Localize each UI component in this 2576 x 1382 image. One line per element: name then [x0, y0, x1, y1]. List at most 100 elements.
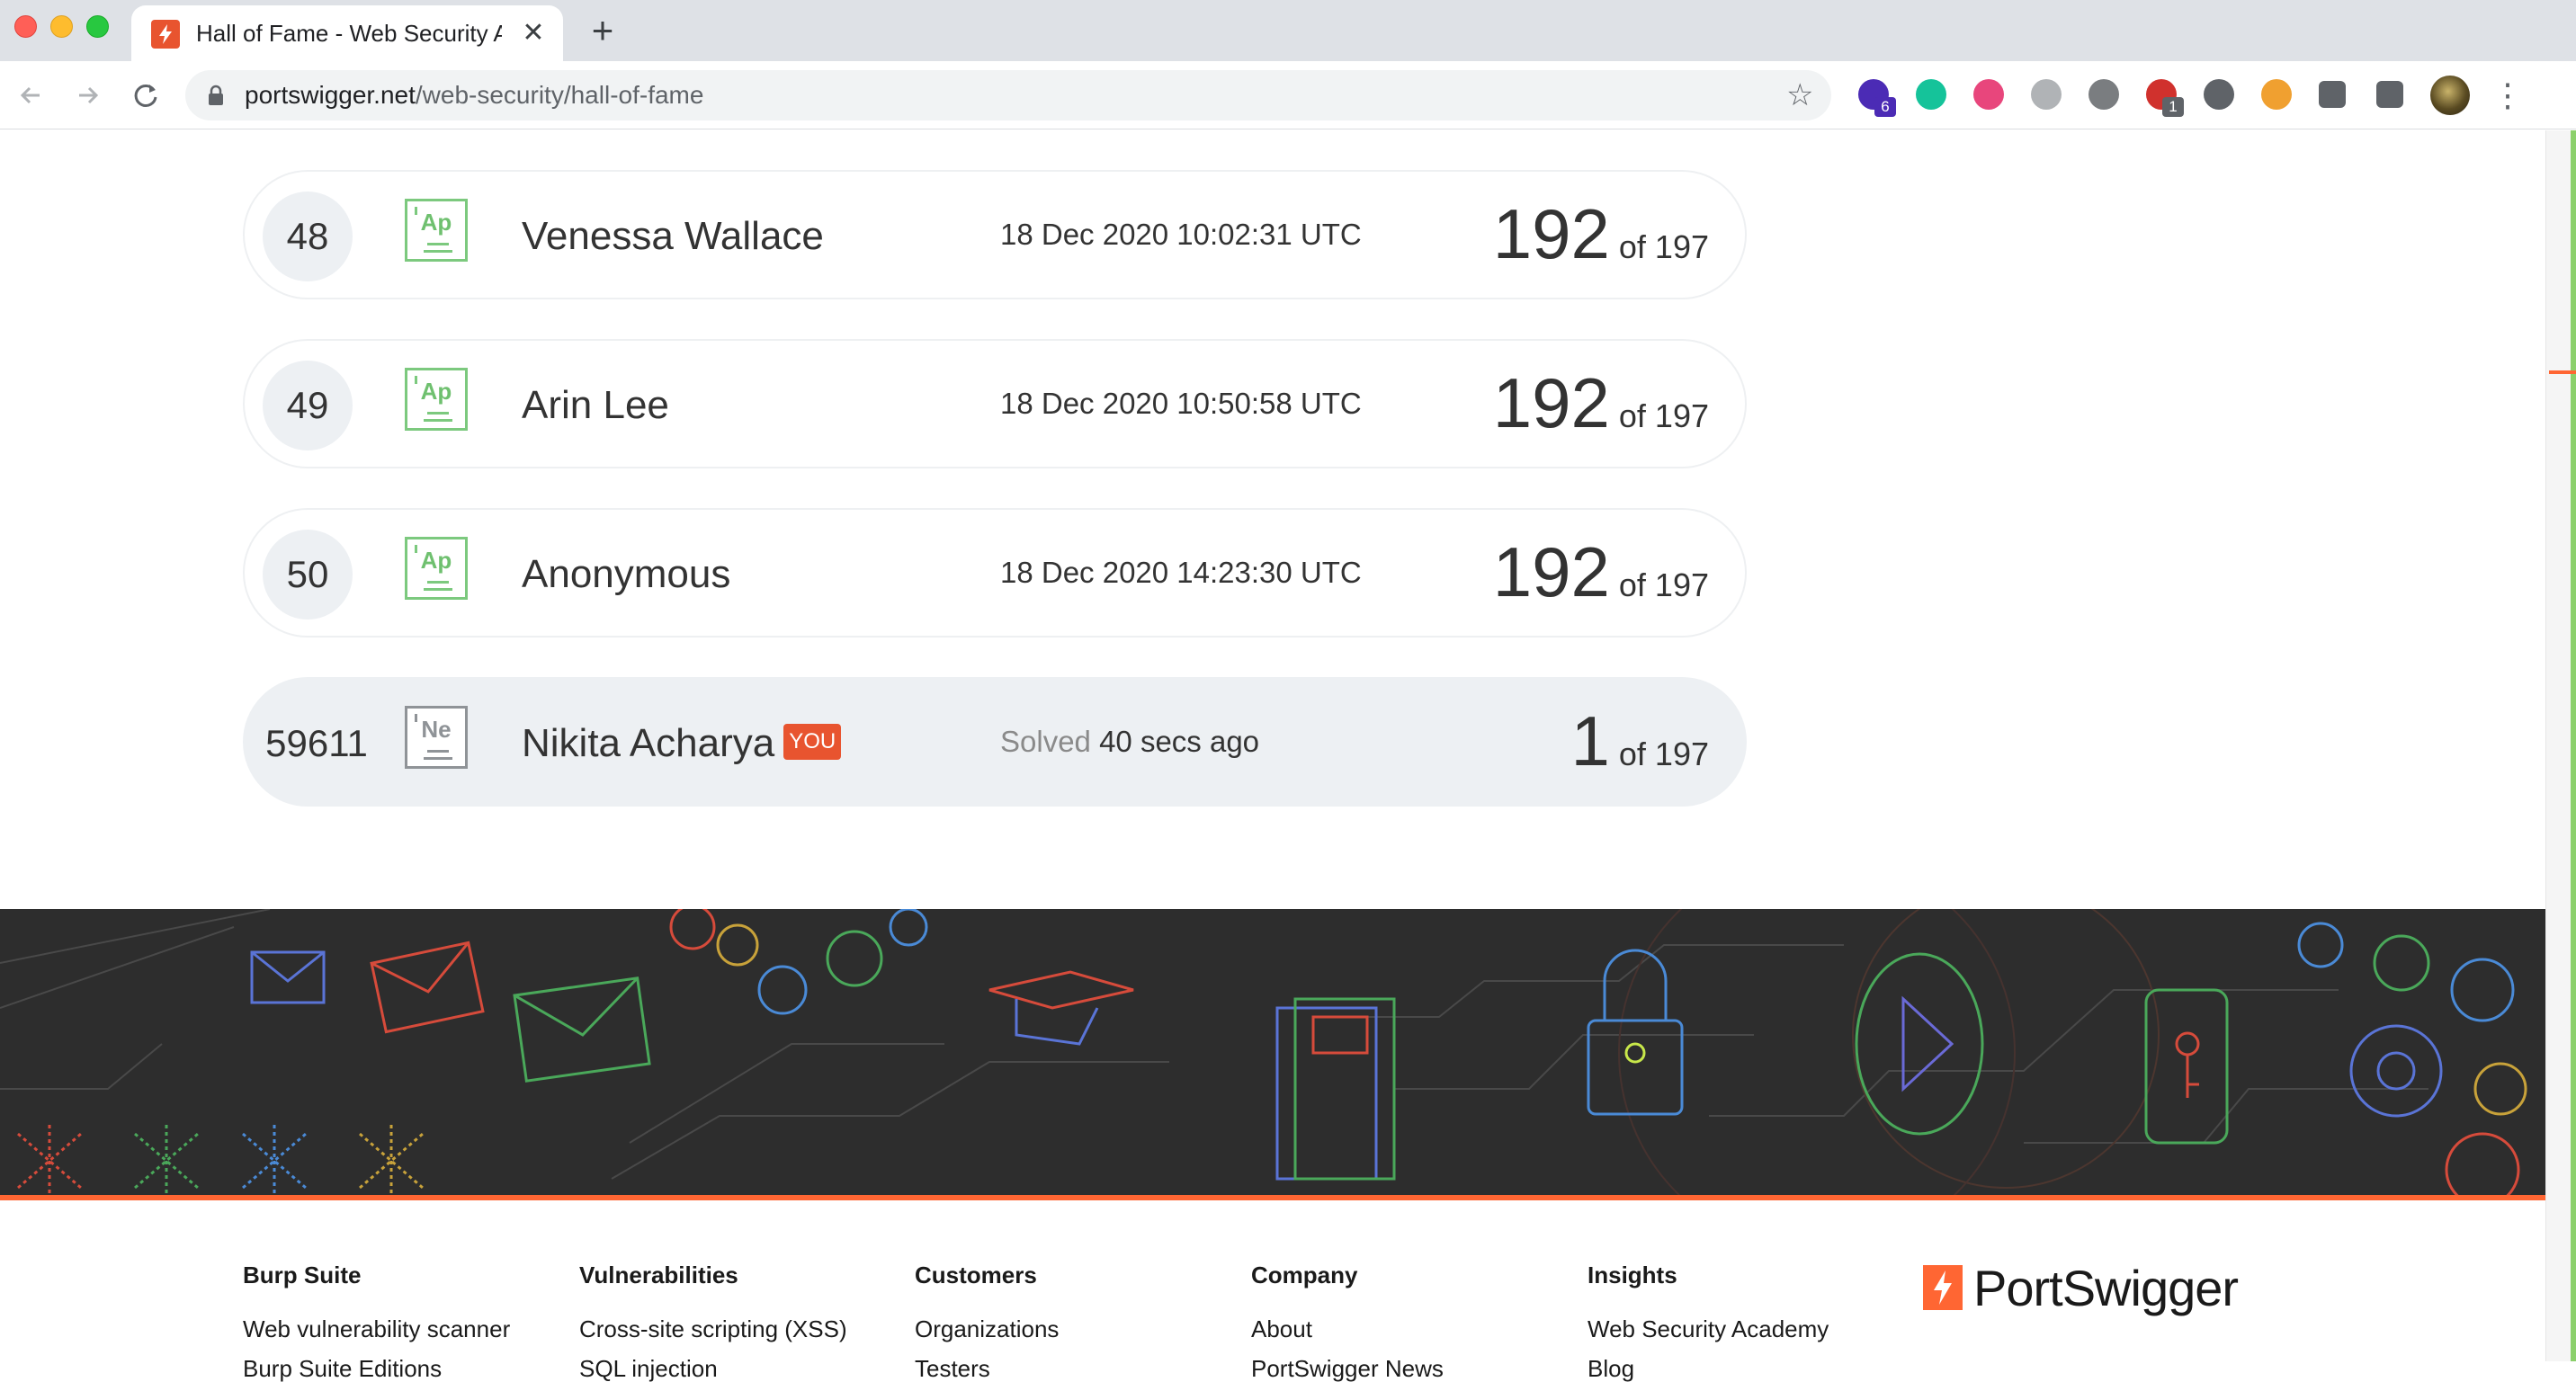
- puzzle-extensions-icon[interactable]: [2319, 81, 2346, 108]
- footer-heading: Insights: [1588, 1262, 1677, 1288]
- hall-of-fame-content: 48 Ap Venessa Wallace 18 Dec 2020 10:02:…: [0, 130, 2545, 909]
- grammarly-extension[interactable]: [1916, 79, 1946, 110]
- leaderboard-row: 49 Ap Arin Lee 18 Dec 2020 10:50:58 UTC …: [243, 339, 1747, 468]
- browser-menu-icon[interactable]: ⋮: [2491, 76, 2524, 115]
- footer-link[interactable]: PortSwigger News: [1251, 1355, 1444, 1382]
- facebook-extension[interactable]: [2204, 79, 2234, 110]
- scrollbar-track-marker: [2571, 130, 2576, 1361]
- score-total: of 197: [1618, 736, 1709, 772]
- new-tab-button[interactable]: +: [585, 12, 621, 49]
- labs-solved-score: 192 of 197: [1493, 193, 1709, 288]
- level-code: Ap: [420, 378, 452, 405]
- bookmark-star-icon[interactable]: ☆: [1786, 79, 1813, 111]
- adblock-extension[interactable]: 1: [2146, 79, 2184, 117]
- profile-avatar[interactable]: [2430, 76, 2470, 115]
- footer-heading: Company: [1251, 1262, 1358, 1288]
- browser-tab-strip: Hall of Fame - Web Security Academy ✕ +: [0, 0, 2576, 61]
- footer-link[interactable]: Web vulnerability scanner: [243, 1315, 510, 1342]
- footer-column-burp-suite: Burp Suite Web vulnerability scanner Bur…: [243, 1262, 510, 1382]
- portswigger-logo[interactable]: PortSwigger: [1923, 1263, 2283, 1317]
- score-value: 192: [1492, 532, 1610, 611]
- rank-number: 59611: [265, 722, 368, 764]
- extension-badge-count: 1: [2162, 97, 2184, 117]
- footer-illustration-banner: [0, 909, 2545, 1195]
- solved-time: Solved 40 secs ago: [1000, 724, 1259, 760]
- novice-level-icon: Ne: [405, 706, 468, 769]
- address-bar[interactable]: portswigger.net/web-security/hall-of-fam…: [185, 70, 1831, 120]
- security-illustration: [0, 909, 2527, 1195]
- footer-link[interactable]: Testers: [915, 1355, 1059, 1382]
- window-minimize-button[interactable]: [50, 15, 73, 38]
- footer-link[interactable]: Organizations: [915, 1315, 1059, 1342]
- score-value: 1: [1570, 701, 1610, 780]
- tab-close-icon[interactable]: ✕: [518, 18, 549, 49]
- window-maximize-button[interactable]: [86, 15, 109, 38]
- academy-cap-extension[interactable]: 6: [1858, 79, 1896, 117]
- player-name: Anonymous: [522, 552, 731, 596]
- score-value: 192: [1492, 194, 1610, 273]
- footer-heading: Vulnerabilities: [579, 1262, 738, 1288]
- labs-solved-score: 192 of 197: [1493, 362, 1709, 457]
- gray-circle-extension[interactable]: [2089, 79, 2119, 110]
- scroll-position-marker: [2549, 370, 2576, 374]
- score-total: of 197: [1618, 228, 1709, 265]
- footer-column-insights: Insights Web Security Academy Blog: [1588, 1262, 1829, 1382]
- extension-badge-count: 6: [1874, 97, 1896, 117]
- score-total: of 197: [1618, 397, 1709, 434]
- score-total: of 197: [1618, 566, 1709, 603]
- lock-icon: [207, 85, 225, 106]
- browser-toolbar: portswigger.net/web-security/hall-of-fam…: [0, 61, 2576, 129]
- footer-column-vulnerabilities: Vulnerabilities Cross-site scripting (XS…: [579, 1262, 847, 1382]
- url-text: portswigger.net/web-security/hall-of-fam…: [245, 81, 703, 110]
- footer-link[interactable]: Cross-site scripting (XSS): [579, 1315, 847, 1342]
- practitioner-level-icon: Ap: [405, 199, 468, 262]
- footer-link[interactable]: Web Security Academy: [1588, 1315, 1829, 1342]
- media-queue-icon[interactable]: [2376, 81, 2403, 108]
- footer-heading: Customers: [915, 1262, 1037, 1288]
- site-footer: Burp Suite Web vulnerability scanner Bur…: [0, 1200, 2545, 1382]
- forward-arrow-icon[interactable]: [70, 77, 106, 113]
- player-name: Venessa Wallace: [522, 214, 824, 258]
- url-host: portswigger.net: [245, 81, 416, 109]
- url-path: /web-security/hall-of-fame: [415, 81, 704, 109]
- solved-ago: 40 secs ago: [1099, 725, 1260, 758]
- completion-date: 18 Dec 2020 14:23:30 UTC: [1000, 556, 1362, 589]
- practitioner-level-icon: Ap: [405, 368, 468, 431]
- labs-solved-score: 192 of 197: [1493, 531, 1709, 626]
- labs-solved-score: 1 of 197: [1571, 700, 1709, 795]
- practitioner-level-icon: Ap: [405, 537, 468, 600]
- footer-link[interactable]: SQL injection: [579, 1355, 847, 1382]
- level-code: Ap: [420, 547, 452, 574]
- image-extension[interactable]: [2261, 79, 2292, 110]
- you-badge: YOU: [783, 724, 842, 761]
- player-name: Arin Lee: [522, 383, 669, 427]
- player-name: Nikita Acharya YOU: [522, 718, 842, 769]
- solved-label: Solved: [1000, 725, 1091, 758]
- footer-link[interactable]: About: [1251, 1315, 1444, 1342]
- back-arrow-icon[interactable]: [13, 77, 49, 113]
- footer-heading: Burp Suite: [243, 1262, 362, 1288]
- rank-number: 48: [263, 192, 353, 281]
- level-code: Ne: [421, 716, 452, 743]
- portswigger-wordmark: PortSwigger: [1973, 1260, 2239, 1316]
- completion-date: 18 Dec 2020 10:50:58 UTC: [1000, 387, 1362, 420]
- reload-icon[interactable]: [128, 77, 164, 113]
- footer-link[interactable]: Blog: [1588, 1355, 1829, 1382]
- chat-bubble-extension[interactable]: [2031, 79, 2062, 110]
- leaderboard-row: 50 Ap Anonymous 18 Dec 2020 14:23:30 UTC…: [243, 508, 1747, 638]
- footer-link[interactable]: Burp Suite Editions: [243, 1355, 510, 1382]
- active-tab[interactable]: Hall of Fame - Web Security Academy ✕: [131, 5, 563, 61]
- level-code: Ap: [420, 209, 452, 236]
- rank-number: 49: [263, 361, 353, 450]
- portswigger-bolt-icon: [1923, 1265, 1963, 1310]
- completion-date: 18 Dec 2020 10:02:31 UTC: [1000, 218, 1362, 251]
- portswigger-favicon-icon: [151, 20, 180, 49]
- window-close-button[interactable]: [14, 15, 37, 38]
- tab-title: Hall of Fame - Web Security Academy: [196, 20, 502, 47]
- footer-column-company: Company About PortSwigger News: [1251, 1262, 1444, 1382]
- footer-column-customers: Customers Organizations Testers: [915, 1262, 1059, 1382]
- leaderboard-row: 48 Ap Venessa Wallace 18 Dec 2020 10:02:…: [243, 170, 1747, 299]
- red-circle-extension[interactable]: [1973, 79, 2004, 110]
- rank-number: 50: [263, 530, 353, 620]
- score-value: 192: [1492, 363, 1610, 442]
